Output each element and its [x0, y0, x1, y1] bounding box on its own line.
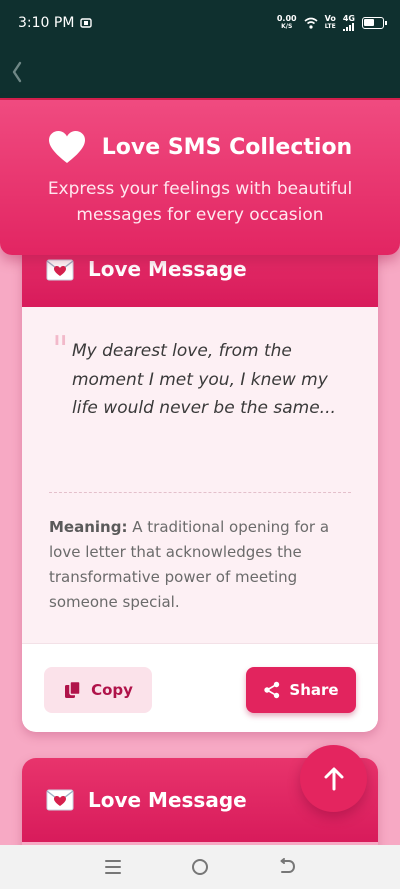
message-text[interactable]: My dearest love, from the moment I met y… — [49, 337, 351, 492]
scroll-to-top-button[interactable] — [300, 745, 367, 812]
quote-mark-icon: " — [52, 330, 69, 371]
page-title: Love SMS Collection — [101, 134, 353, 160]
home-button[interactable] — [180, 852, 220, 882]
card-actions: Copy Share — [22, 643, 378, 731]
heart-icon — [48, 131, 85, 163]
sim-icon — [80, 17, 93, 28]
love-letter-icon — [46, 259, 74, 281]
meaning-text: Meaning: A traditional opening for a lov… — [49, 493, 351, 643]
share-icon — [264, 681, 280, 699]
app-bar — [0, 45, 400, 100]
system-nav-bar — [0, 845, 400, 889]
signal-icon — [342, 22, 354, 31]
page-header: Love SMS Collection Express your feeling… — [0, 100, 400, 255]
network-type: 4G — [342, 13, 355, 23]
menu-icon — [105, 860, 122, 874]
card-title: Love Message — [88, 257, 247, 281]
volte-top: Vo — [324, 13, 336, 23]
card-title: Love Message — [88, 788, 247, 812]
system-back-button[interactable] — [267, 852, 307, 882]
status-bar: 3:10 PM 0.00 K/S Vo LTE 4G — [0, 0, 400, 45]
share-button-label: Share — [289, 681, 339, 699]
recent-apps-button[interactable] — [93, 852, 133, 882]
meaning-label: Meaning: — [49, 518, 128, 536]
chevron-left-icon — [12, 61, 22, 83]
copy-button-label: Copy — [91, 681, 133, 699]
love-letter-icon — [46, 789, 74, 811]
message-card: Love Message " My dearest love, from the… — [22, 224, 378, 732]
net-speed: 0.00 K/S — [276, 13, 297, 31]
volte-bottom: LTE — [324, 22, 336, 30]
card-body: " My dearest love, from the moment I met… — [22, 307, 378, 643]
arrow-up-icon — [324, 767, 343, 790]
volte-indicator: Vo LTE — [324, 13, 336, 31]
status-time: 3:10 PM — [18, 14, 75, 31]
wifi-icon — [304, 17, 318, 29]
net-speed-unit: K/S — [281, 22, 293, 30]
copy-button[interactable]: Copy — [44, 667, 152, 713]
battery-icon — [362, 16, 387, 29]
back-arrow-icon — [280, 858, 295, 873]
page-subtitle: Express your feelings with beautiful mes… — [47, 179, 353, 225]
home-circle-icon — [191, 859, 208, 875]
back-button[interactable] — [6, 57, 36, 87]
share-button[interactable]: Share — [246, 667, 356, 713]
net-speed-value: 0.00 — [276, 13, 297, 23]
copy-icon — [65, 680, 81, 698]
